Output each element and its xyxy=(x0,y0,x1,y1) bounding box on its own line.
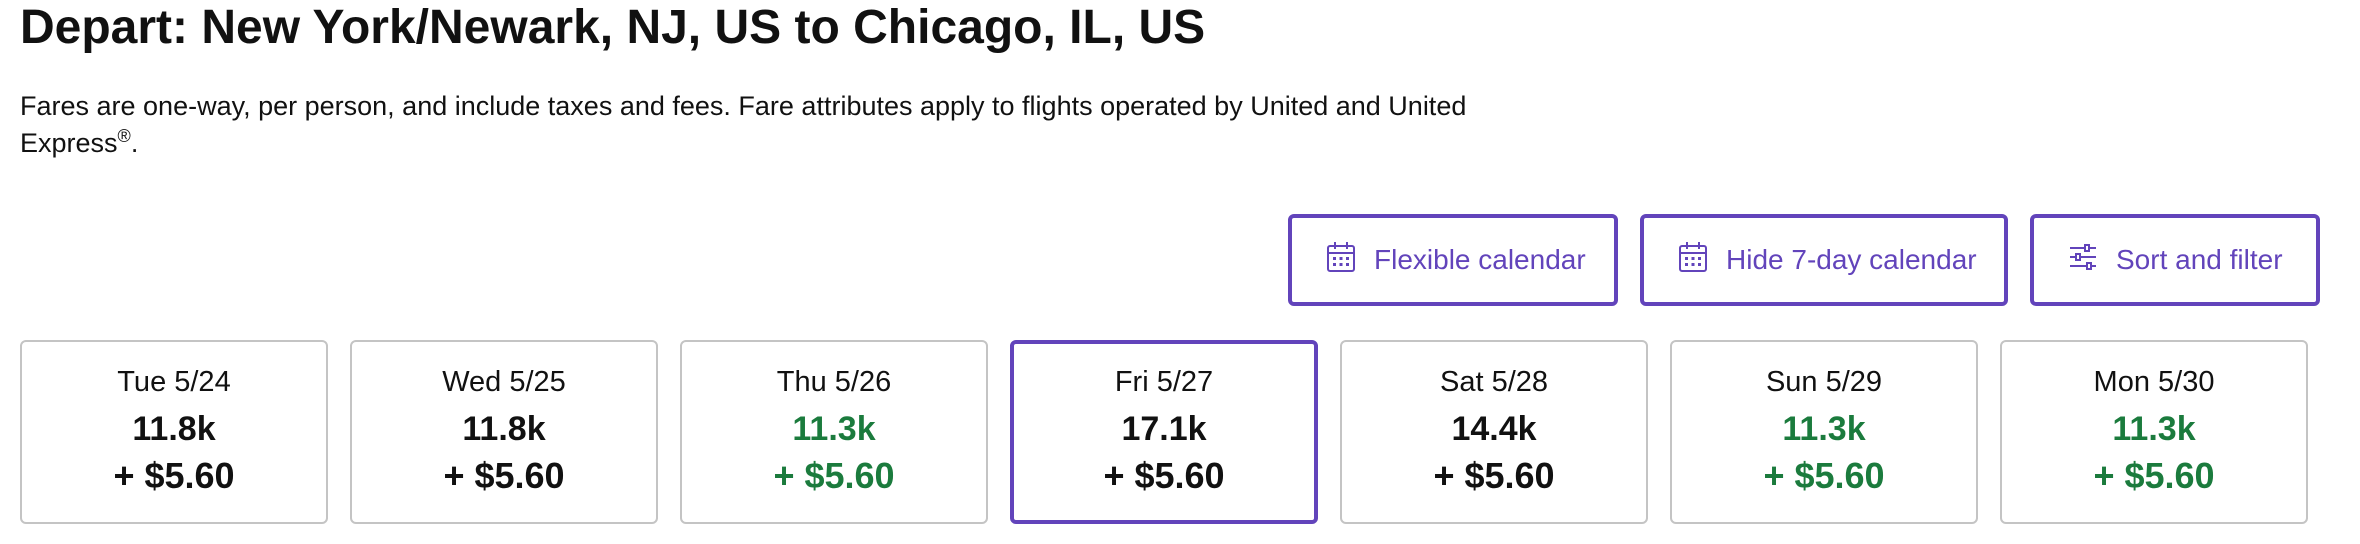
sliders-icon xyxy=(2068,241,2098,280)
page-title: Depart: New York/Newark, NJ, US to Chica… xyxy=(20,1,1206,54)
sort-filter-label: Sort and filter xyxy=(2116,244,2283,275)
day-tax: + $5.60 xyxy=(113,455,235,496)
day-miles: 11.3k xyxy=(1782,410,1866,448)
hide-7-day-calendar-button[interactable]: Hide 7-day calendar xyxy=(1640,214,2008,306)
day-tax: + $5.60 xyxy=(1763,455,1885,496)
day-miles: 11.3k xyxy=(792,410,876,448)
day-tax: + $5.60 xyxy=(443,455,565,496)
day-card[interactable]: Wed 5/25 11.8k + $5.60 xyxy=(350,340,658,524)
day-miles: 11.8k xyxy=(462,410,546,448)
day-date: Thu 5/26 xyxy=(776,366,892,398)
hide-calendar-label: Hide 7-day calendar xyxy=(1726,244,1977,275)
day-miles: 14.4k xyxy=(1451,410,1537,448)
day-card-selected[interactable]: Fri 5/27 17.1k + $5.60 xyxy=(1010,340,1318,524)
flexible-calendar-button[interactable]: Flexible calendar xyxy=(1288,214,1618,306)
registered-mark: ® xyxy=(117,126,131,146)
seven-day-calendar: Tue 5/24 11.8k + $5.60 Wed 5/25 11.8k + … xyxy=(20,340,2308,524)
day-date: Sat 5/28 xyxy=(1439,366,1549,398)
results-actions: Flexible calendar Hide 7-day calendar So… xyxy=(1288,214,2320,306)
calendar-icon xyxy=(1326,241,1356,280)
fare-disclaimer-end: . xyxy=(130,128,139,158)
day-card[interactable]: Sat 5/28 14.4k + $5.60 xyxy=(1340,340,1648,524)
day-date: Tue 5/24 xyxy=(117,366,231,398)
fare-disclaimer-text: Fares are one-way, per person, and inclu… xyxy=(20,91,1467,158)
day-card[interactable]: Tue 5/24 11.8k + $5.60 xyxy=(20,340,328,524)
flexible-calendar-label: Flexible calendar xyxy=(1374,244,1586,275)
fare-disclaimer: Fares are one-way, per person, and inclu… xyxy=(20,88,1540,162)
day-miles: 11.3k xyxy=(2112,410,2196,448)
day-card[interactable]: Sun 5/29 11.3k + $5.60 xyxy=(1670,340,1978,524)
calendar-icon xyxy=(1678,241,1708,280)
day-tax: + $5.60 xyxy=(1433,455,1555,496)
day-tax: + $5.60 xyxy=(2093,455,2215,496)
day-date: Mon 5/30 xyxy=(2093,366,2215,398)
day-tax: + $5.60 xyxy=(773,455,895,496)
day-miles: 17.1k xyxy=(1121,410,1207,448)
day-card[interactable]: Mon 5/30 11.3k + $5.60 xyxy=(2000,340,2308,524)
day-date: Wed 5/25 xyxy=(442,366,566,398)
sort-and-filter-button[interactable]: Sort and filter xyxy=(2030,214,2320,306)
day-miles: 11.8k xyxy=(132,410,216,448)
day-card[interactable]: Thu 5/26 11.3k + $5.60 xyxy=(680,340,988,524)
day-tax: + $5.60 xyxy=(1103,455,1225,496)
day-date: Fri 5/27 xyxy=(1114,366,1214,398)
day-date: Sun 5/29 xyxy=(1765,366,1883,398)
